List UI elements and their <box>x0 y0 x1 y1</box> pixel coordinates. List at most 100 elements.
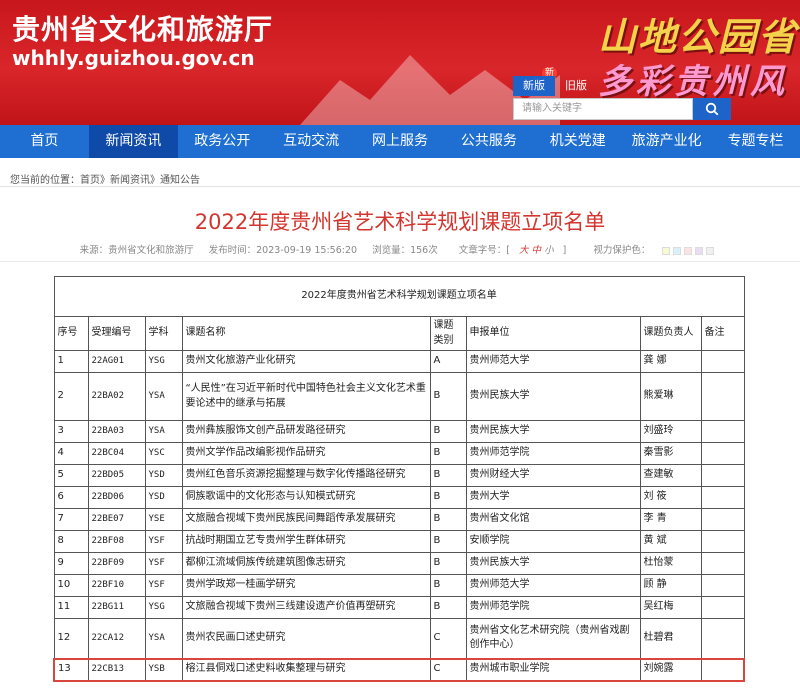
table-cell: 贵州大学 <box>465 486 641 509</box>
font-small-button[interactable]: 小 <box>544 245 554 256</box>
eye-care-swatch[interactable] <box>706 246 715 255</box>
table-cell: 6 <box>53 486 89 509</box>
table-cell: 3 <box>53 420 89 443</box>
table-cell <box>700 552 745 575</box>
eye-care-swatch[interactable] <box>662 246 671 255</box>
site-name[interactable]: 贵州省文化和旅游厅 <box>12 8 273 48</box>
table-cell: 安顺学院 <box>465 530 641 553</box>
eye-care-control: 视力保护色： <box>587 245 720 256</box>
table-cell: 贵州文学作品改编影视作品研究 <box>181 442 431 465</box>
eye-care-swatch[interactable] <box>673 246 682 255</box>
table-cell: 文旅融合视域下贵州民族民间舞蹈传承发展研究 <box>181 508 431 531</box>
table-cell: C <box>429 657 467 682</box>
table-cell: 榕江县侗戏口述史料收集整理与研究 <box>181 657 431 682</box>
eye-care-swatch[interactable] <box>695 246 704 255</box>
table-cell: B <box>429 596 467 619</box>
table-cell <box>700 372 745 421</box>
version-old-tab[interactable]: 旧版 <box>555 76 597 96</box>
nav-item-home[interactable]: 首页 <box>0 125 89 158</box>
table-cell: 黄 斌 <box>639 530 702 553</box>
table-cell: 文旅融合视域下贵州三线建设遗产价值再塑研究 <box>181 596 431 619</box>
table-cell: YSB <box>144 657 183 682</box>
slogan-line1: 山地公园省 <box>598 14 799 59</box>
font-large-button[interactable]: 大 <box>519 245 529 256</box>
table-cell: B <box>429 552 467 575</box>
nav-item-interaction[interactable]: 互动交流 <box>267 125 356 158</box>
main-nav: 首页 新闻资讯 政务公开 互动交流 网上服务 公共服务 机关党建 旅游产业化 专… <box>0 125 800 158</box>
table-cell: 贵州学政郑一桂画学研究 <box>181 574 431 597</box>
breadcrumb-news[interactable]: 新闻资讯 <box>110 175 150 186</box>
font-size-control: 文章字号：[ 大 中 小 ] <box>453 245 573 256</box>
nav-item-news[interactable]: 新闻资讯 <box>88 125 178 158</box>
nav-item-tourism[interactable]: 旅游产业化 <box>622 125 711 158</box>
table-cell: YSC <box>144 442 183 465</box>
font-size-close: ] <box>562 245 567 256</box>
site-url[interactable]: whhly.guizhou.gov.cn <box>12 46 255 70</box>
table-cell: 杜怡蒙 <box>639 552 702 575</box>
table-cell <box>700 442 745 465</box>
eye-care-swatch[interactable] <box>684 246 693 255</box>
table-cell: 13 <box>53 657 89 682</box>
table-cell: YSA <box>144 618 183 659</box>
article-views: 浏览量：156次 <box>372 245 438 256</box>
table-header-cell: 学科 <box>144 316 183 351</box>
nav-item-gov-affairs[interactable]: 政务公开 <box>178 125 267 158</box>
nav-item-topics[interactable]: 专题专栏 <box>711 125 800 158</box>
nav-item-public-service[interactable]: 公共服务 <box>444 125 533 158</box>
table-cell: B <box>429 372 467 421</box>
table-cell: 贵州城市职业学院 <box>465 657 641 682</box>
table-cell: 22AG01 <box>87 350 146 373</box>
table-cell: YSG <box>144 350 183 373</box>
table-header-cell: 受理编号 <box>87 316 146 351</box>
nav-item-online-service[interactable]: 网上服务 <box>356 125 445 158</box>
table-row: 3 22BA03 YSA 贵州彝族服饰文创产品研发路径研究 B 贵州民族大学 刘盛玲 <box>53 420 745 443</box>
table-cell: YSA <box>144 372 183 421</box>
table-cell: YSG <box>144 596 183 619</box>
table-caption: 2022年度贵州省艺术科学规划课题立项名单 <box>53 276 745 317</box>
table-cell: C <box>429 618 467 659</box>
table-cell: 12 <box>53 618 89 659</box>
table-cell <box>700 574 745 597</box>
breadcrumb-home[interactable]: 首页 <box>80 175 100 186</box>
table-cell: 李 青 <box>639 508 702 531</box>
table-cell: B <box>429 486 467 509</box>
project-table-wrap: 2022年度贵州省艺术科学规划课题立项名单 序号 受理编号 学科 课题名称 课题… <box>53 276 746 682</box>
version-switcher: 新版 旧版 <box>513 76 597 96</box>
breadcrumb-notice[interactable]: 通知公告 <box>160 175 200 186</box>
table-cell: 刘婉露 <box>639 657 702 682</box>
table-cell: YSF <box>144 574 183 597</box>
table-cell: 贵州师范学院 <box>465 596 641 619</box>
table-row: 7 22BE07 YSE 文旅融合视域下贵州民族民间舞蹈传承发展研究 B 贵州省文化馆李 … <box>53 508 745 531</box>
table-cell: 刘 筱 <box>639 486 702 509</box>
table-cell: 抗战时期国立艺专贵州学生群体研究 <box>181 530 431 553</box>
table-cell: 贵州文化旅游产业化研究 <box>181 350 431 373</box>
table-cell: 22BD05 <box>87 464 146 487</box>
version-new-tab[interactable]: 新版 <box>513 76 555 96</box>
table-cell: 贵州省文化馆 <box>465 508 641 531</box>
table-cell: 杜碧君 <box>639 618 702 659</box>
table-cell: A <box>429 350 467 373</box>
search-icon <box>705 102 719 116</box>
table-cell: 22BF08 <box>87 530 146 553</box>
table-cell: 秦雪影 <box>639 442 702 465</box>
search-button[interactable] <box>693 98 731 120</box>
divider <box>0 186 800 187</box>
table-cell: 熊爱琳 <box>639 372 702 421</box>
nav-item-party[interactable]: 机关党建 <box>533 125 622 158</box>
table-cell: 刘盛玲 <box>639 420 702 443</box>
table-header-cell: 课题类别 <box>429 316 467 351</box>
table-cell: 贵州农民画口述史研究 <box>181 618 431 659</box>
table-cell: 贵州师范学院 <box>465 442 641 465</box>
table-cell: 吴红梅 <box>639 596 702 619</box>
table-row: 8 22BF08 YSF 抗战时期国立艺专贵州学生群体研究 B 安顺学院黄 斌 <box>53 530 745 553</box>
search-input[interactable]: 请输入关键字 <box>513 98 693 120</box>
table-cell: 贵州红色音乐资源挖掘整理与数字化传播路径研究 <box>181 464 431 487</box>
table-header-row: 序号 受理编号 学科 课题名称 课题类别 申报单位 课题负责人 备注 <box>53 316 745 351</box>
font-mid-button[interactable]: 中 <box>532 245 542 256</box>
table-cell: 查建敏 <box>639 464 702 487</box>
table-cell: 贵州彝族服饰文创产品研发路径研究 <box>181 420 431 443</box>
table-row: 5 22BD05 YSD 贵州红色音乐资源挖掘整理与数字化传播路径研究 B 贵州财经大学查… <box>53 464 745 487</box>
breadcrumb-sep: 》 <box>100 175 110 186</box>
table-row: 4 22BC04 YSC 贵州文学作品改编影视作品研究 B 贵州师范学院 秦雪影 <box>53 442 745 465</box>
table-cell <box>700 420 745 443</box>
